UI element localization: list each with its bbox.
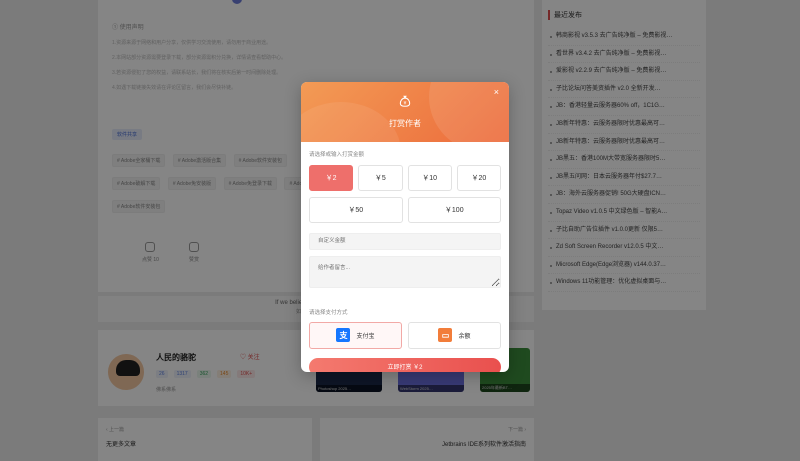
reward-modal: ¥ 打赏作者 × 请选择或输入打赏金额 ￥2 ￥5 ￥10 ￥20 ￥50 ￥1… xyxy=(301,82,509,372)
modal-body: 请选择或输入打赏金额 ￥2 ￥5 ￥10 ￥20 ￥50 ￥100 请选择支付方… xyxy=(301,142,509,372)
amount-option[interactable]: ￥20 xyxy=(456,165,501,191)
amount-option[interactable]: ￥10 xyxy=(407,165,452,191)
amount-option[interactable]: ￥50 xyxy=(309,197,403,223)
amount-label: 请选择或输入打赏金额 xyxy=(309,152,365,158)
amount-options: ￥50 ￥100 xyxy=(309,197,501,223)
close-icon[interactable]: × xyxy=(494,87,499,97)
amount-option-selected[interactable]: ￥2 xyxy=(309,165,354,191)
message-textarea[interactable] xyxy=(309,255,501,288)
payment-option-balance[interactable]: ▭ 余额 xyxy=(408,321,501,349)
payment-label: 请选择支付方式 xyxy=(309,309,348,316)
wallet-icon: ▭ xyxy=(438,328,453,342)
amount-options: ￥2 ￥5 ￥10 ￥20 xyxy=(309,165,501,191)
alipay-icon: 支 xyxy=(336,328,351,342)
money-bag-icon: ¥ xyxy=(399,95,411,107)
svg-text:¥: ¥ xyxy=(404,101,407,107)
submit-reward-button[interactable]: 立即打赏 ￥2 xyxy=(309,357,501,372)
modal-title: 打赏作者 xyxy=(389,119,421,128)
amount-option[interactable]: ￥100 xyxy=(407,197,501,223)
amount-option[interactable]: ￥5 xyxy=(358,165,403,191)
payment-label-balance: 余额 xyxy=(458,333,471,340)
modal-header: ¥ 打赏作者 × xyxy=(301,82,509,142)
custom-amount-input[interactable] xyxy=(309,232,501,250)
payment-methods: 支 支付宝 ▭ 余额 xyxy=(309,321,501,349)
payment-option-alipay[interactable]: 支 支付宝 xyxy=(309,321,402,349)
payment-label-alipay: 支付宝 xyxy=(356,333,375,340)
